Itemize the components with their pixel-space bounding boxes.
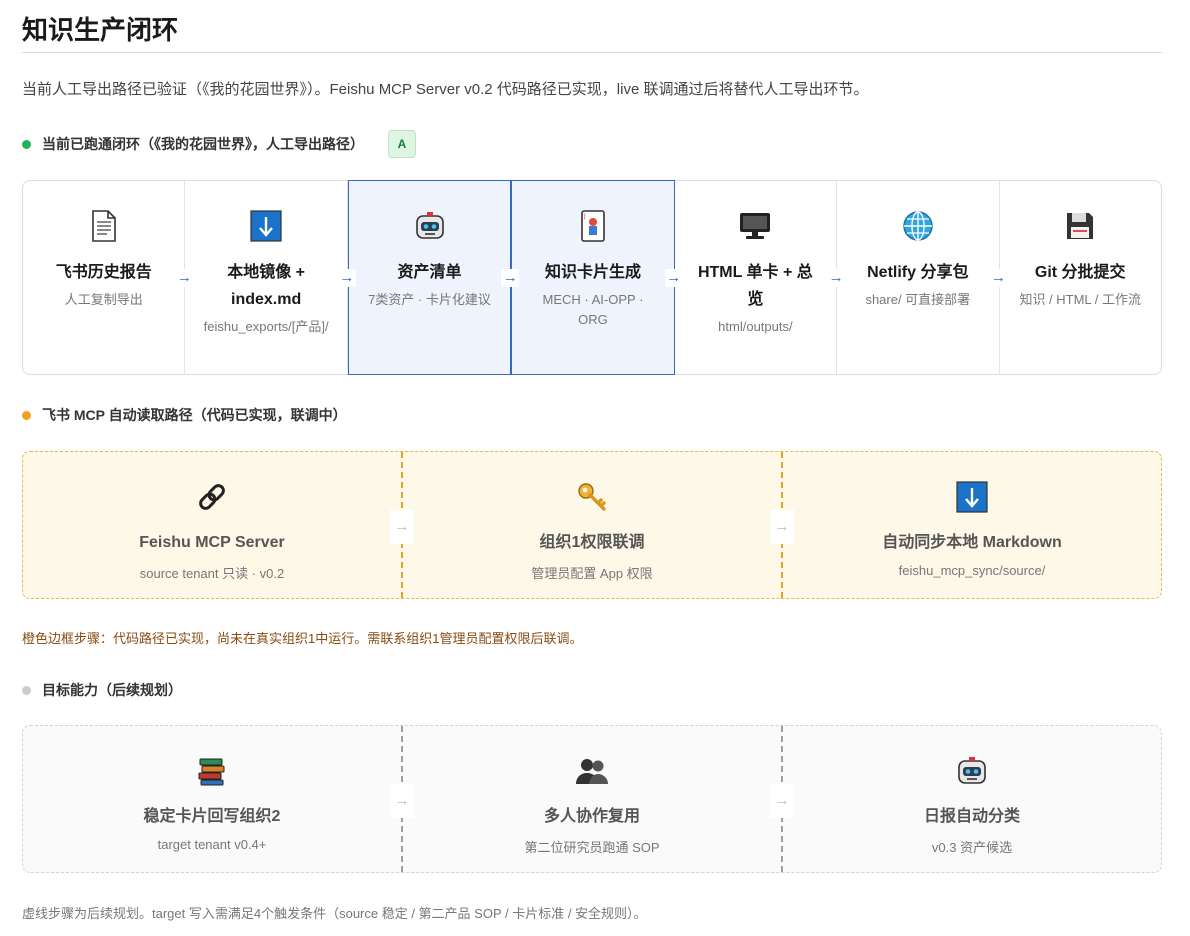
people-icon xyxy=(575,754,609,788)
pipeline-step-git-commit: Git 分批提交 知识 / HTML / 工作流 xyxy=(1000,181,1161,374)
flow-arrow: → xyxy=(175,269,194,287)
monitor-icon xyxy=(738,209,772,243)
floppy-disk-icon xyxy=(1063,209,1097,243)
flow-arrow: → xyxy=(501,269,520,287)
robot-icon xyxy=(413,209,447,243)
step-subtitle: v0.3 资产候选 xyxy=(931,840,1013,855)
step-title: HTML 单卡 + 总览 xyxy=(697,264,813,308)
step-title: 稳定卡片回写组织2 xyxy=(143,808,281,825)
step-subtitle: share/ 可直接部署 xyxy=(865,292,971,307)
step-subtitle: 知识 / HTML / 工作流 xyxy=(1019,292,1142,307)
target-step-collab: 多人协作复用 第二位研究员跑通 SOP → xyxy=(403,726,794,872)
step-subtitle: target tenant v0.4+ xyxy=(157,837,267,852)
status-dot-grey xyxy=(22,685,31,695)
pipeline-step-asset-list: 资产清单 7类资产 · 卡片化建议 → xyxy=(347,180,520,375)
flow-arrow: → xyxy=(390,510,414,544)
step-subtitle: html/outputs/ xyxy=(718,319,793,334)
section-c-heading: 目标能力（后续规划） xyxy=(42,682,182,698)
flow-arrow: → xyxy=(989,269,1008,287)
status-dot-green xyxy=(22,139,31,149)
link-icon xyxy=(195,480,229,514)
flow-arrow: → xyxy=(664,269,683,287)
pipeline-step-html-output: HTML 单卡 + 总览 html/outputs/ → xyxy=(675,181,846,374)
download-arrow-icon xyxy=(249,209,283,243)
mcp-note: 橙色边框步骤：代码路径已实现，尚未在真实组织1中运行。需联系组织1管理员配置权限… xyxy=(22,631,583,646)
step-subtitle: feishu_mcp_sync/source/ xyxy=(898,563,1046,578)
step-title: 组织1权限联调 xyxy=(539,534,645,551)
robot-icon xyxy=(955,754,989,788)
flow-arrow: → xyxy=(770,784,794,818)
section-b-heading: 飞书 MCP 自动读取路径（代码已实现，联调中） xyxy=(42,407,347,423)
pipeline-step-local-mirror: 本地镜像 + index.md feishu_exports/[产品]/ → xyxy=(185,181,356,374)
section-c-header: 目标能力（后续规划） xyxy=(22,680,182,700)
step-subtitle: 第二位研究员跑通 SOP xyxy=(524,840,660,855)
key-icon xyxy=(575,480,609,514)
step-subtitle: source tenant 只读 · v0.2 xyxy=(139,566,285,581)
step-title: Git 分批提交 xyxy=(1034,264,1126,281)
target-step-writeback: 稳定卡片回写组织2 target tenant v0.4+ → xyxy=(23,726,414,872)
mcp-step-server: Feishu MCP Server source tenant 只读 · v0.… xyxy=(23,452,414,598)
flow-arrow: → xyxy=(827,269,846,287)
intro-text: 当前人工导出路径已验证（《我的花园世界》）。Feishu MCP Server … xyxy=(22,81,869,98)
svg-text:J: J xyxy=(583,213,586,220)
flow-arrow: → xyxy=(770,510,794,544)
card-icon: J xyxy=(576,209,610,243)
target-step-daily-report: 日报自动分类 v0.3 资产候选 xyxy=(783,726,1161,872)
step-title: 自动同步本地 Markdown xyxy=(882,534,1062,551)
books-icon xyxy=(195,754,229,788)
page-title: 知识生产闭环 xyxy=(22,15,179,45)
step-title: 资产清单 xyxy=(397,264,462,281)
step-subtitle: MECH · AI-OPP · ORG xyxy=(542,292,644,327)
step-title: 多人协作复用 xyxy=(543,808,640,825)
pipeline-step-knowledge-cards: J 知识卡片生成 MECH · AI-OPP · ORG → xyxy=(511,180,683,375)
current-pipeline: 飞书历史报告 人工复制导出 → 本地镜像 + index.md feishu_e… xyxy=(22,180,1162,375)
step-title: 飞书历史报告 xyxy=(55,264,152,281)
step-title: 知识卡片生成 xyxy=(544,264,641,281)
section-b-header: 飞书 MCP 自动读取路径（代码已实现，联调中） xyxy=(22,405,347,425)
globe-icon xyxy=(901,209,935,243)
step-title: Feishu MCP Server xyxy=(139,534,285,551)
document-icon xyxy=(87,209,121,243)
section-a-header: 当前已跑通闭环（《我的花园世界》，人工导出路径） A xyxy=(22,130,416,158)
step-title: 本地镜像 + index.md xyxy=(227,264,306,308)
section-a-heading: 当前已跑通闭环（《我的花园世界》，人工导出路径） xyxy=(42,136,364,152)
download-arrow-icon xyxy=(955,480,989,514)
pipeline-step-netlify-share: Netlify 分享包 share/ 可直接部署 → xyxy=(837,181,1008,374)
mcp-step-permission: 组织1权限联调 管理员配置 App 权限 → xyxy=(403,452,794,598)
target-pipeline: 稳定卡片回写组织2 target tenant v0.4+ → 多人协作复用 第… xyxy=(22,725,1162,873)
target-note: 虚线步骤为后续规划。target 写入需满足4个触发条件（source 稳定 /… xyxy=(22,906,647,921)
title-divider xyxy=(22,52,1162,53)
mcp-pipeline: Feishu MCP Server source tenant 只读 · v0.… xyxy=(22,451,1162,599)
step-subtitle: 人工复制导出 xyxy=(64,292,143,307)
flow-arrow: → xyxy=(337,269,356,287)
step-subtitle: feishu_exports/[产品]/ xyxy=(203,319,329,334)
step-subtitle: 管理员配置 App 权限 xyxy=(531,566,653,581)
step-title: 日报自动分类 xyxy=(923,808,1020,825)
step-title: Netlify 分享包 xyxy=(867,264,969,281)
pipeline-step-feishu-report: 飞书历史报告 人工复制导出 → xyxy=(23,181,194,374)
step-subtitle: 7类资产 · 卡片化建议 xyxy=(368,292,491,307)
mcp-step-sync: 自动同步本地 Markdown feishu_mcp_sync/source/ xyxy=(783,452,1161,598)
section-a-badge: A xyxy=(388,130,416,158)
flow-arrow: → xyxy=(390,784,414,818)
status-dot-orange xyxy=(22,410,31,420)
